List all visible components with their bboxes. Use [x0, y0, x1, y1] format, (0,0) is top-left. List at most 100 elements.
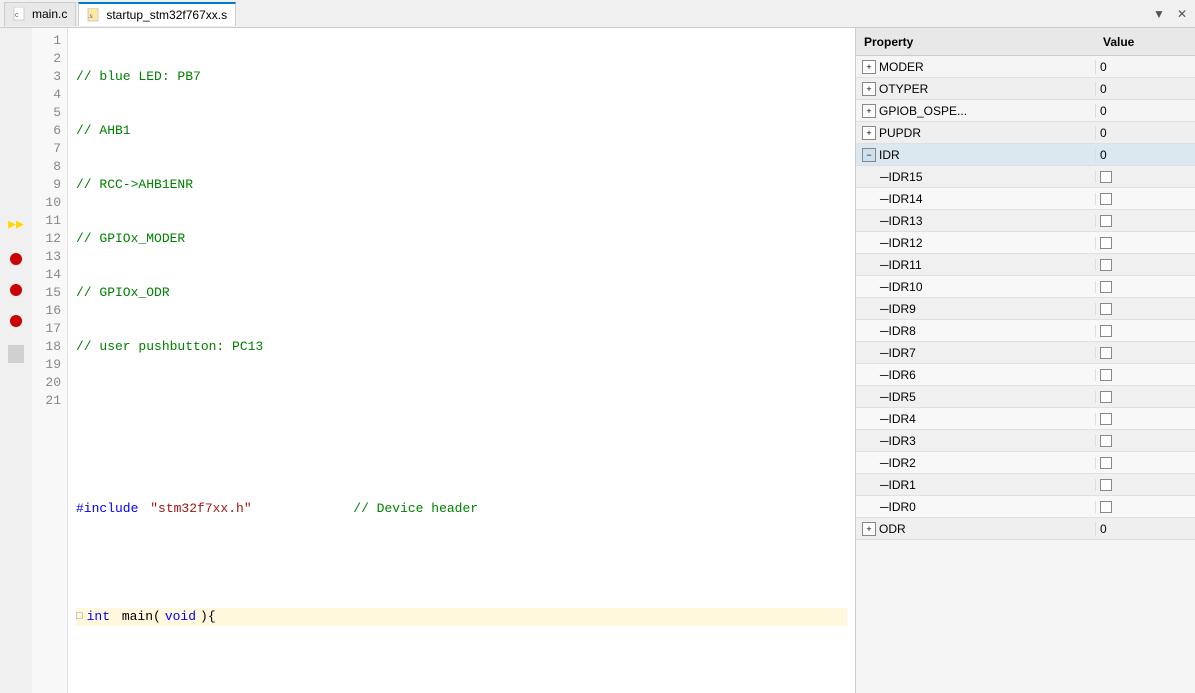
prop-value-IDR13[interactable] — [1095, 215, 1195, 227]
editor-area[interactable]: 1 2 3 4 5 6 7 8 9 10 11 12 13 14 15 16 1… — [32, 28, 855, 693]
prop-value-IDR10[interactable] — [1095, 281, 1195, 293]
expand-ODR[interactable]: + — [862, 522, 876, 536]
prop-row-IDR6: ─IDR6 — [856, 364, 1195, 386]
code-line-12 — [76, 662, 847, 680]
prop-row-IDR4: ─IDR4 — [856, 408, 1195, 430]
prop-value-IDR5[interactable] — [1095, 391, 1195, 403]
prop-value-ODR: 0 — [1095, 522, 1195, 536]
prop-row-IDR15: ─IDR15 — [856, 166, 1195, 188]
code-line-4: // GPIOx_MODER — [76, 230, 847, 248]
checkbox-IDR11[interactable] — [1100, 259, 1112, 271]
expand-IDR[interactable]: − — [862, 148, 876, 162]
checkbox-IDR15[interactable] — [1100, 171, 1112, 183]
prop-value-IDR6[interactable] — [1095, 369, 1195, 381]
prop-value-IDR2[interactable] — [1095, 457, 1195, 469]
prop-row-ODR: + ODR 0 — [856, 518, 1195, 540]
breakpoint-13[interactable] — [10, 253, 22, 265]
checkbox-IDR8[interactable] — [1100, 325, 1112, 337]
breakpoint-15[interactable] — [10, 284, 22, 296]
expand-PUPDR[interactable]: + — [862, 126, 876, 140]
prop-label-IDR9: ─IDR9 — [880, 302, 916, 316]
prop-label-IDR: IDR — [879, 148, 900, 162]
svg-text:c: c — [15, 12, 19, 19]
prop-value-IDR9[interactable] — [1095, 303, 1195, 315]
prop-row-IDR9: ─IDR9 — [856, 298, 1195, 320]
tab-main-c[interactable]: c main.c — [4, 2, 76, 26]
tab-startup[interactable]: .s startup_stm32f767xx.s — [78, 2, 236, 26]
checkbox-IDR6[interactable] — [1100, 369, 1112, 381]
checkbox-IDR9[interactable] — [1100, 303, 1112, 315]
breakpoint-17[interactable] — [10, 315, 22, 327]
prop-label-IDR5: ─IDR5 — [880, 390, 916, 404]
expand-MODER[interactable]: + — [862, 60, 876, 74]
checkbox-IDR7[interactable] — [1100, 347, 1112, 359]
property-inspector: Property Value + MODER 0 + OTYPER 0 — [855, 28, 1195, 693]
checkbox-IDR4[interactable] — [1100, 413, 1112, 425]
c-file-icon: c — [13, 7, 27, 21]
prop-value-IDR7[interactable] — [1095, 347, 1195, 359]
prop-value-IDR3[interactable] — [1095, 435, 1195, 447]
property-header: Property Value — [856, 28, 1195, 56]
prop-row-IDR10: ─IDR10 — [856, 276, 1195, 298]
prop-row-IDR3: ─IDR3 — [856, 430, 1195, 452]
prop-value-IDR: 0 — [1095, 148, 1195, 162]
checkbox-IDR12[interactable] — [1100, 237, 1112, 249]
prop-label-IDR14: ─IDR14 — [880, 192, 923, 206]
prop-label-IDR1: ─IDR1 — [880, 478, 916, 492]
expand-GPIOB_OSPE[interactable]: + — [862, 104, 876, 118]
checkbox-IDR2[interactable] — [1100, 457, 1112, 469]
checkbox-IDR3[interactable] — [1100, 435, 1112, 447]
prop-value-PUPDR: 0 — [1095, 126, 1195, 140]
prop-value-OTYPER: 0 — [1095, 82, 1195, 96]
prop-row-IDR: − IDR 0 — [856, 144, 1195, 166]
checkbox-IDR10[interactable] — [1100, 281, 1112, 293]
tab-dropdown-button[interactable]: ▼ — [1149, 5, 1169, 23]
svg-text:.s: .s — [88, 14, 93, 20]
checkbox-IDR1[interactable] — [1100, 479, 1112, 491]
prop-value-IDR0[interactable] — [1095, 501, 1195, 513]
code-line-7 — [76, 392, 847, 410]
code-line-5: // GPIOx_ODR — [76, 284, 847, 302]
property-list[interactable]: + MODER 0 + OTYPER 0 + GPIOB_OSPE... — [856, 56, 1195, 693]
line-numbers: 1 2 3 4 5 6 7 8 9 10 11 12 13 14 15 16 1… — [32, 28, 68, 693]
prop-label-PUPDR: PUPDR — [879, 126, 921, 140]
prop-value-IDR8[interactable] — [1095, 325, 1195, 337]
tab-startup-label: startup_stm32f767xx.s — [106, 8, 227, 22]
code-line-2: // AHB1 — [76, 122, 847, 140]
prop-row-IDR1: ─IDR1 — [856, 474, 1195, 496]
prop-value-IDR1[interactable] — [1095, 479, 1195, 491]
prop-value-IDR11[interactable] — [1095, 259, 1195, 271]
code-line-8 — [76, 446, 847, 464]
prop-value-IDR4[interactable] — [1095, 413, 1195, 425]
prop-row-IDR0: ─IDR0 — [856, 496, 1195, 518]
checkbox-IDR14[interactable] — [1100, 193, 1112, 205]
prop-label-OTYPER: OTYPER — [879, 82, 928, 96]
prop-value-IDR12[interactable] — [1095, 237, 1195, 249]
collapse-icon[interactable]: □ — [76, 608, 83, 626]
prop-label-IDR6: ─IDR6 — [880, 368, 916, 382]
prop-label-IDR0: ─IDR0 — [880, 500, 916, 514]
checkbox-IDR13[interactable] — [1100, 215, 1112, 227]
checkbox-IDR0[interactable] — [1100, 501, 1112, 513]
prop-label-IDR13: ─IDR13 — [880, 214, 923, 228]
code-line-11: □int main(void){ — [76, 608, 847, 626]
prop-label-IDR2: ─IDR2 — [880, 456, 916, 470]
prop-label-ODR: ODR — [879, 522, 906, 536]
tab-main-c-label: main.c — [32, 7, 67, 21]
line-highlight-19 — [8, 345, 24, 363]
code-line-9: #include "stm32f7xx.h" // Device header — [76, 500, 847, 518]
prop-label-GPIOB_OSPE: GPIOB_OSPE... — [879, 104, 967, 118]
prop-value-IDR14[interactable] — [1095, 193, 1195, 205]
main-layout: ▶▶ 1 2 3 4 5 6 7 8 9 10 11 12 13 14 — [0, 28, 1195, 693]
tab-controls: ▼ ✕ — [1149, 5, 1191, 23]
prop-value-IDR15[interactable] — [1095, 171, 1195, 183]
prop-row-IDR7: ─IDR7 — [856, 342, 1195, 364]
tab-close-button[interactable]: ✕ — [1173, 5, 1191, 23]
prop-label-MODER: MODER — [879, 60, 924, 74]
expand-OTYPER[interactable]: + — [862, 82, 876, 96]
prop-label-IDR11: ─IDR11 — [880, 258, 922, 272]
property-column-header: Property — [856, 31, 1095, 53]
checkbox-IDR5[interactable] — [1100, 391, 1112, 403]
prop-row-MODER: + MODER 0 — [856, 56, 1195, 78]
code-editor[interactable]: // blue LED: PB7 // AHB1 // RCC->AHB1ENR… — [68, 28, 855, 693]
